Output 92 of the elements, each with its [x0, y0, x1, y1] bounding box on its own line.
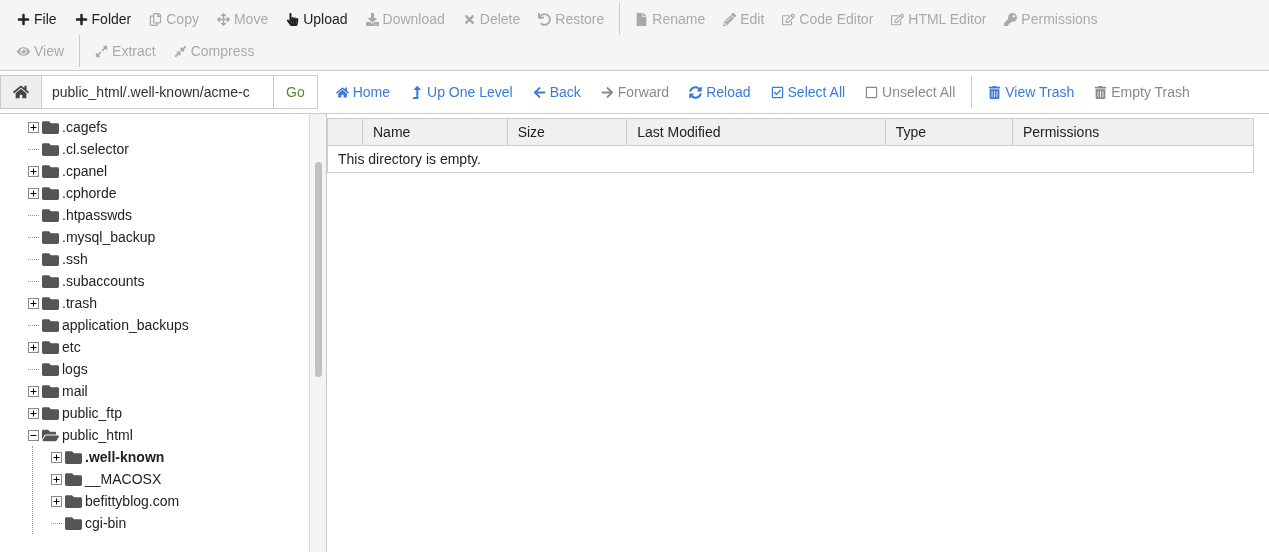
folder-icon [65, 492, 82, 510]
eye-icon [17, 44, 30, 58]
checked-box-icon [770, 85, 784, 99]
trash-icon [1094, 85, 1108, 99]
home-icon [13, 84, 29, 100]
folder-icon [42, 338, 59, 356]
folder-icon [65, 470, 82, 488]
home-button[interactable] [0, 75, 42, 109]
folder-icon [42, 228, 59, 246]
tree-item[interactable]: .cpanel [62, 163, 108, 179]
tree-item[interactable]: application_backups [62, 317, 189, 333]
tree-item[interactable]: mail [62, 383, 88, 399]
tree-item[interactable]: public_ftp [62, 405, 122, 421]
tree-item[interactable]: befittyblog.com [85, 493, 180, 509]
folder-icon [42, 272, 59, 290]
expand-icon[interactable] [28, 385, 39, 397]
nav-button[interactable]: Up One Level [400, 80, 523, 104]
key-icon [1004, 12, 1018, 26]
column-header[interactable]: Name [362, 118, 508, 146]
close-icon [462, 12, 476, 26]
tree-item[interactable]: .subaccounts [62, 273, 145, 289]
nav-button[interactable]: Reload [679, 80, 761, 104]
folder-icon [42, 294, 59, 312]
path-field[interactable]: public_html/.well-known/acme-c [42, 75, 274, 109]
folder-icon [65, 514, 82, 532]
column-header[interactable]: Size [507, 118, 627, 146]
folder-icon [42, 206, 59, 224]
trash-icon [988, 85, 1002, 99]
scrollbar-thumb[interactable] [314, 162, 322, 377]
expand-icon[interactable] [51, 451, 62, 463]
tree-item[interactable]: .well-known [85, 449, 165, 465]
checkbox-icon [865, 85, 879, 99]
tree-item[interactable]: __MACOSX [85, 471, 162, 487]
folder-icon [42, 360, 59, 378]
folder-icon [65, 448, 82, 466]
collapse-icon[interactable] [28, 429, 39, 441]
toolbar-button[interactable]: File [8, 7, 66, 31]
folder-icon [42, 162, 59, 180]
tree-item[interactable]: .htpasswds [62, 207, 133, 223]
folder-icon [42, 316, 59, 334]
tree-item[interactable]: .cphorde [62, 185, 117, 201]
column-header[interactable]: Last Modified [626, 118, 886, 146]
hand-cursor-icon [286, 12, 300, 26]
toolbar-button[interactable]: Upload [277, 7, 357, 31]
folder-icon [42, 250, 59, 268]
folder-icon [42, 184, 59, 202]
move-arrows-icon [216, 12, 230, 26]
expand-icon[interactable] [28, 297, 39, 309]
expand-icon[interactable] [28, 165, 39, 177]
undo-icon [538, 12, 552, 26]
folder-icon [42, 382, 59, 400]
tree-item[interactable]: logs [62, 361, 88, 377]
folder-icon [42, 404, 59, 422]
home-icon [335, 85, 349, 99]
edit-icon [782, 12, 796, 26]
go-button[interactable]: Go [274, 75, 318, 109]
expand-icon [95, 44, 109, 58]
nav-button[interactable]: Select All [760, 80, 856, 104]
download-icon [365, 12, 379, 26]
expand-icon[interactable] [51, 473, 62, 485]
tree-item[interactable]: .cagefs [62, 119, 108, 135]
reload-icon [689, 85, 703, 99]
folder-icon [42, 140, 59, 158]
tree-item[interactable]: .ssh [62, 251, 88, 267]
tree-item[interactable]: .cl.selector [62, 141, 129, 157]
nav-button[interactable]: View Trash [978, 80, 1085, 104]
expand-icon[interactable] [28, 341, 39, 353]
folder-icon [42, 118, 59, 136]
column-header[interactable]: Permissions [1012, 118, 1254, 146]
arrow-left-icon [532, 85, 546, 99]
expand-icon[interactable] [28, 121, 39, 133]
plus-icon [74, 12, 88, 26]
nav-button[interactable]: Home [325, 80, 401, 104]
tree-item[interactable]: .mysql_backup [62, 229, 156, 245]
expand-icon[interactable] [51, 495, 62, 507]
tree-item[interactable]: .trash [62, 295, 97, 311]
nav-button[interactable]: Back [522, 80, 591, 104]
edit-icon [891, 12, 905, 26]
column-header[interactable]: Type [885, 118, 1013, 146]
plus-icon [17, 12, 30, 26]
compress-icon [173, 44, 187, 58]
expand-icon[interactable] [28, 187, 39, 199]
tree-item[interactable]: cgi-bin [85, 515, 127, 531]
file-icon [635, 12, 649, 26]
expand-icon[interactable] [28, 407, 39, 419]
pencil-icon [723, 12, 737, 26]
arrow-right-icon [600, 85, 614, 99]
copy-icon [149, 12, 163, 26]
toolbar-button[interactable]: Folder [65, 7, 141, 31]
empty-message: This directory is empty. [327, 145, 1254, 173]
tree-item[interactable]: public_html [62, 427, 133, 443]
tree-item[interactable]: etc [62, 339, 81, 355]
